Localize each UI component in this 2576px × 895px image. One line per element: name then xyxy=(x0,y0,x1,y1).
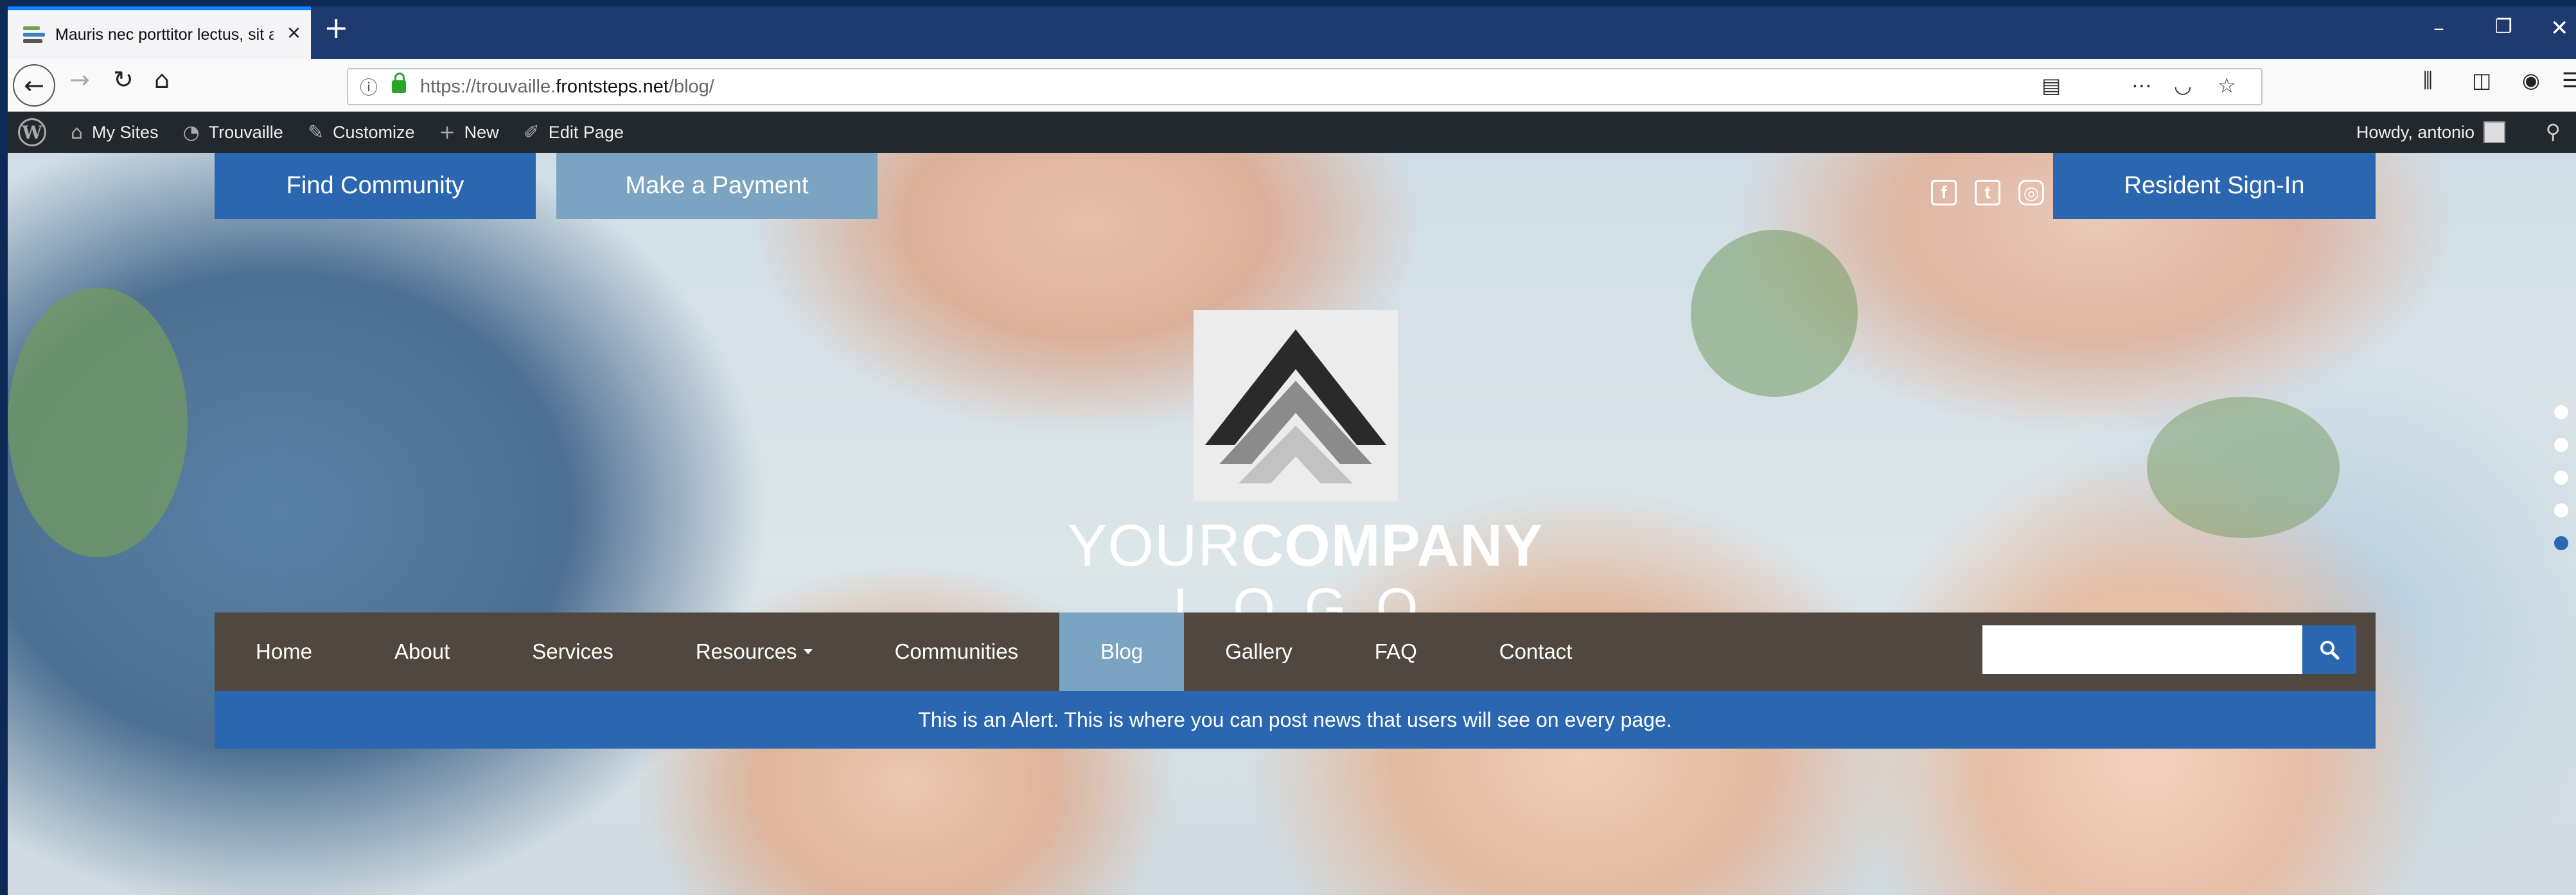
new-content-link[interactable]: + New xyxy=(439,121,499,144)
twitter-icon[interactable]: t xyxy=(1975,180,2000,205)
company-logo-mark xyxy=(1194,310,1398,501)
nav-contact[interactable]: Contact xyxy=(1458,613,1614,691)
sites-icon: ⌂ xyxy=(71,121,84,144)
reader-view-icon[interactable]: ▤ xyxy=(2042,73,2061,98)
make-payment-button[interactable]: Make a Payment xyxy=(556,153,878,219)
url-text[interactable]: https://trouvaille.frontsteps.net/blog/ xyxy=(420,76,714,98)
nav-faq[interactable]: FAQ xyxy=(1334,613,1458,691)
tab-strip: Mauris nec porttitor lectus, sit a × + –… xyxy=(8,6,2576,59)
arrow-left-icon: ← xyxy=(24,71,44,100)
slider-dot[interactable] xyxy=(2554,536,2568,550)
lock-icon xyxy=(392,73,407,93)
slider-dot[interactable] xyxy=(2554,471,2568,485)
nav-communities[interactable]: Communities xyxy=(854,613,1060,691)
logo-company-text: YOURCOMPANY xyxy=(1068,513,1544,578)
search-icon[interactable]: ⚲ xyxy=(2546,119,2561,144)
site-navigation: Home About Services Resources Communitie… xyxy=(215,613,2376,691)
my-sites-link[interactable]: ⌂ My Sites xyxy=(71,121,159,144)
avatar xyxy=(2483,121,2505,143)
library-icon[interactable]: ⫼ xyxy=(2423,68,2433,93)
magnifier-icon xyxy=(2320,641,2340,660)
site-favicon-icon xyxy=(23,25,45,44)
customize-link[interactable]: ✎ Customize xyxy=(308,121,415,144)
caret-down-icon xyxy=(803,649,813,654)
nav-gallery[interactable]: Gallery xyxy=(1184,613,1334,691)
reload-button[interactable]: ↻ xyxy=(113,65,134,94)
sidebar-icon[interactable]: ◫ xyxy=(2472,68,2491,92)
forward-button[interactable]: → xyxy=(69,65,90,94)
wordpress-logo-icon[interactable]: W xyxy=(18,118,46,146)
site-name-link[interactable]: ◔ Trouvaille xyxy=(183,121,283,144)
search-input[interactable] xyxy=(1982,625,2302,674)
instagram-icon[interactable]: ◎ xyxy=(2018,180,2044,205)
account-menu[interactable]: Howdy, antonio xyxy=(2356,112,2505,153)
minimize-button[interactable]: – xyxy=(2433,15,2444,41)
search-button[interactable] xyxy=(2302,625,2356,674)
home-button[interactable]: ⌂ xyxy=(154,65,170,94)
nav-services[interactable]: Services xyxy=(491,613,655,691)
pocket-icon[interactable]: ◡ xyxy=(2174,73,2192,98)
tab-title: Mauris nec porttitor lectus, sit a xyxy=(55,25,274,44)
page-actions-icon[interactable]: ⋯ xyxy=(2131,73,2152,98)
resident-signin-button[interactable]: Resident Sign-In xyxy=(2053,153,2376,219)
hero-slider: Find Community Make a Payment f t ◎ Resi… xyxy=(8,153,2576,895)
browser-tab[interactable]: Mauris nec porttitor lectus, sit a × xyxy=(8,6,311,59)
url-bar[interactable]: ⓘ https://trouvaille.frontsteps.net/blog… xyxy=(347,68,2263,105)
slider-dot[interactable] xyxy=(2554,503,2568,517)
slider-dot[interactable] xyxy=(2554,438,2568,452)
back-button[interactable]: ← xyxy=(13,64,55,107)
slider-pagination xyxy=(2554,405,2571,569)
brush-icon: ✎ xyxy=(307,121,324,144)
maximize-button[interactable]: ❐ xyxy=(2495,15,2512,38)
tab-close-icon[interactable]: × xyxy=(287,19,301,46)
nav-blog[interactable]: Blog xyxy=(1059,613,1185,691)
edit-page-link[interactable]: ✐ Edit Page xyxy=(524,121,624,144)
nav-home[interactable]: Home xyxy=(215,613,353,691)
close-window-button[interactable]: ✕ xyxy=(2550,15,2569,41)
nav-resources[interactable]: Resources xyxy=(655,613,854,691)
alert-banner: This is an Alert. This is where you can … xyxy=(215,691,2376,749)
plus-icon: + xyxy=(439,121,455,144)
nav-about[interactable]: About xyxy=(353,613,491,691)
account-icon[interactable]: ◉ xyxy=(2522,68,2540,92)
site-search xyxy=(1982,625,2356,674)
pencil-icon: ✐ xyxy=(523,121,540,144)
slider-dot[interactable] xyxy=(2554,405,2568,419)
browser-window: Mauris nec porttitor lectus, sit a × + –… xyxy=(8,6,2576,895)
find-community-button[interactable]: Find Community xyxy=(215,153,536,219)
dashboard-icon: ◔ xyxy=(182,121,200,144)
info-icon[interactable]: ⓘ xyxy=(360,74,378,100)
new-tab-button[interactable]: + xyxy=(324,10,349,45)
menu-icon[interactable]: ☰ xyxy=(2562,68,2576,92)
facebook-icon[interactable]: f xyxy=(1931,180,1957,205)
browser-toolbar: ← → ↻ ⌂ ⓘ https://trouvaille.frontsteps.… xyxy=(8,59,2576,112)
wp-admin-bar: W ⌂ My Sites ◔ Trouvaille ✎ Customize + … xyxy=(8,112,2576,153)
bookmark-star-icon[interactable]: ☆ xyxy=(2218,73,2236,98)
